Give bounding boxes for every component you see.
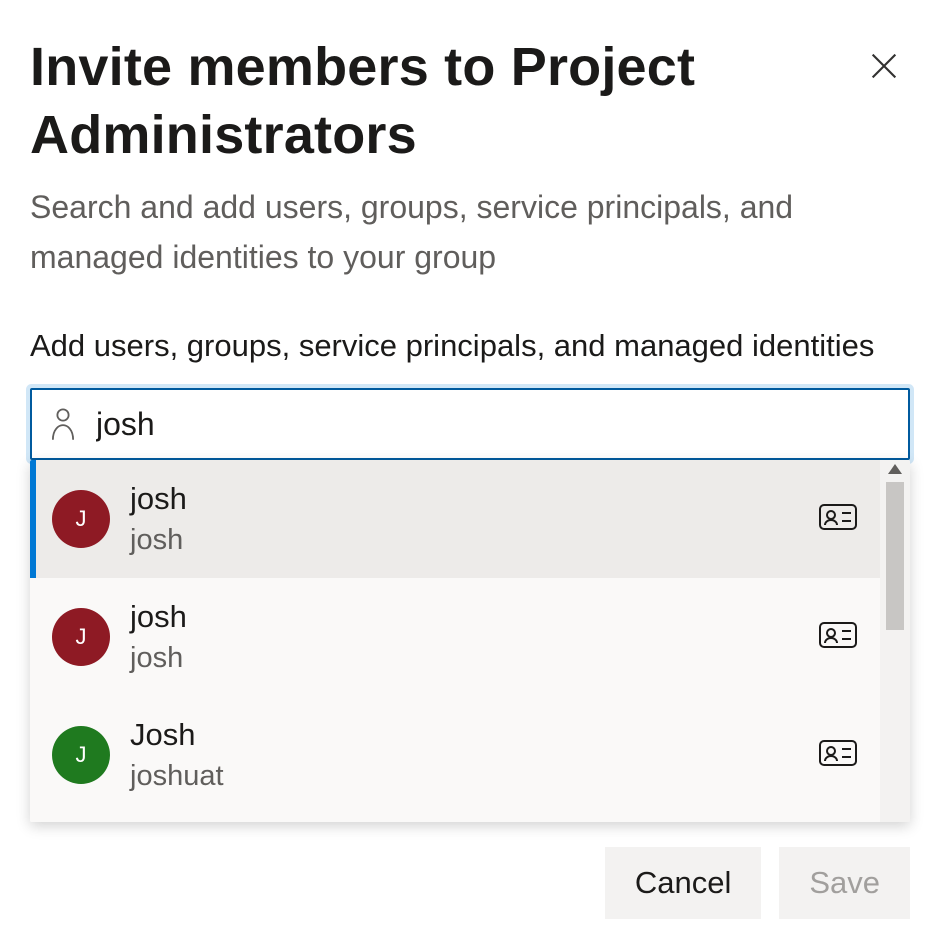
- cancel-button[interactable]: Cancel: [605, 847, 762, 919]
- search-field-label: Add users, groups, service principals, a…: [30, 322, 910, 370]
- search-result-text: joshjosh: [130, 597, 798, 677]
- search-result-text: joshjosh: [130, 479, 798, 559]
- contact-card-icon: [818, 501, 858, 533]
- search-field-wrap: JjoshjoshJjoshjoshJJoshjoshuat: [30, 388, 910, 460]
- search-field[interactable]: [30, 388, 910, 460]
- avatar: J: [52, 608, 110, 666]
- search-result-secondary: josh: [130, 522, 798, 560]
- avatar: J: [52, 490, 110, 548]
- search-result-item[interactable]: Jjoshjosh: [30, 460, 880, 578]
- search-result-primary: josh: [130, 479, 798, 519]
- save-button[interactable]: Save: [779, 847, 910, 919]
- contact-card-icon: [818, 737, 858, 769]
- search-results-dropdown: JjoshjoshJjoshjoshJJoshjoshuat: [30, 460, 910, 822]
- dropdown-scrollbar[interactable]: [880, 460, 910, 822]
- scroll-thumb[interactable]: [886, 482, 904, 630]
- close-icon: [867, 49, 901, 83]
- close-button[interactable]: [858, 40, 910, 92]
- avatar: J: [52, 726, 110, 784]
- invite-members-panel: Invite members to Project Administrators…: [0, 0, 940, 949]
- dialog-subtitle: Search and add users, groups, service pr…: [30, 183, 834, 282]
- search-result-item[interactable]: J Joshjoshuat: [30, 696, 880, 814]
- dialog-header: Invite members to Project Administrators…: [30, 34, 910, 282]
- search-result-primary: josh: [130, 597, 798, 637]
- search-result-item[interactable]: Jjoshjosh: [30, 578, 880, 696]
- search-input[interactable]: [96, 406, 892, 443]
- search-results-list: JjoshjoshJjoshjoshJJoshjoshuat: [30, 460, 880, 822]
- dialog-header-text: Invite members to Project Administrators…: [30, 34, 834, 282]
- contact-card-icon-wrap: [818, 619, 858, 656]
- contact-card-icon-wrap: [818, 737, 858, 774]
- search-result-secondary: josh: [130, 640, 798, 678]
- dialog-title: Invite members to Project Administrators: [30, 34, 834, 169]
- contact-card-icon-wrap: [818, 501, 858, 538]
- search-result-text: Joshjoshuat: [130, 715, 798, 795]
- contact-card-icon: [818, 619, 858, 651]
- dialog-footer: Cancel Save: [605, 847, 910, 919]
- search-result-primary: Josh: [130, 715, 798, 755]
- scroll-up-arrow-icon[interactable]: [888, 464, 902, 474]
- search-result-secondary: joshuat: [130, 758, 798, 796]
- person-icon: [48, 406, 78, 442]
